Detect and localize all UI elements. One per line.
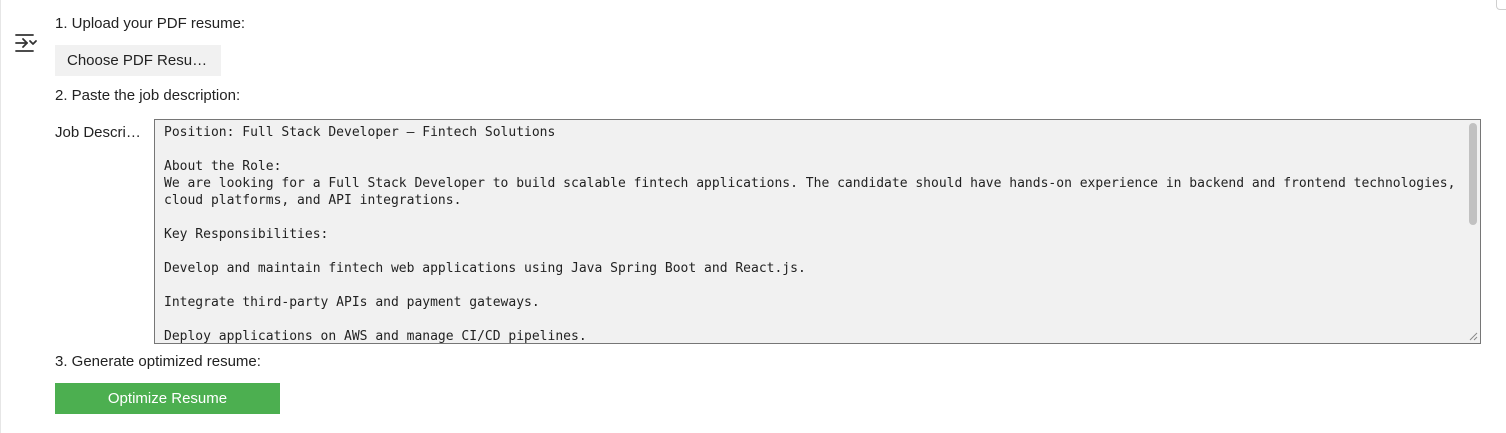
- resume-optimizer-page: 1. Upload your PDF resume: Choose PDF Re…: [0, 0, 1506, 433]
- upload-step-label: 1. Upload your PDF resume:: [55, 15, 246, 32]
- textarea-scrollbar[interactable]: [1465, 120, 1480, 343]
- left-divider: [0, 0, 1, 433]
- collapse-panel-icon[interactable]: [13, 31, 39, 55]
- paste-step-label: 2. Paste the job description:: [55, 87, 241, 104]
- job-description-field: [154, 119, 1481, 344]
- corner-handle: [1496, 0, 1506, 10]
- resize-handle-icon[interactable]: [1468, 331, 1478, 341]
- generate-step-label: 3. Generate optimized resume:: [55, 353, 261, 370]
- job-description-label: Job Description: [55, 124, 147, 141]
- optimize-resume-button[interactable]: Optimize Resume: [55, 383, 280, 414]
- choose-pdf-resume-button[interactable]: Choose PDF Resume: [55, 45, 221, 76]
- job-description-textarea[interactable]: [155, 120, 1465, 343]
- scrollbar-thumb[interactable]: [1469, 123, 1477, 225]
